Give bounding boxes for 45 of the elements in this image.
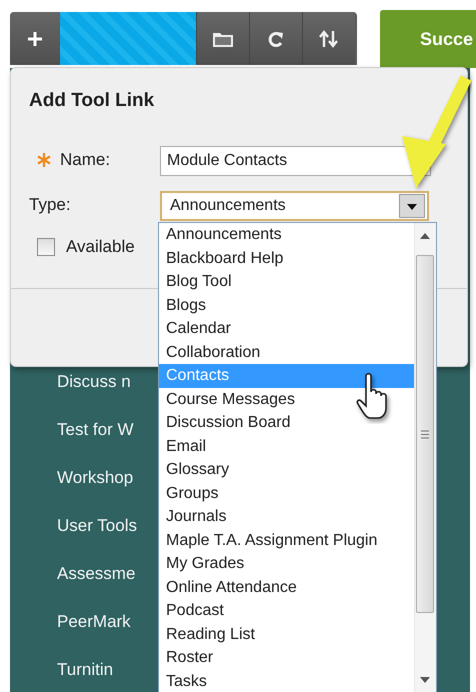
dropdown-option[interactable]: Maple T.A. Assignment Plugin (159, 528, 414, 552)
refresh-button[interactable] (249, 12, 302, 65)
dropdown-option[interactable]: Online Attendance (159, 576, 414, 599)
name-field[interactable]: Module Contacts (160, 146, 431, 176)
plus-icon (27, 30, 43, 46)
sidebar-item[interactable]: User Tools (57, 502, 137, 550)
dropdown-option[interactable]: Tasks (159, 670, 414, 692)
grip-icon (421, 430, 430, 438)
scrollbar[interactable] (414, 223, 436, 692)
sidebar-item[interactable]: Test for W (57, 406, 134, 454)
dropdown-option[interactable]: Collaboration (159, 340, 414, 364)
dropdown-option[interactable]: Blackboard Help (159, 246, 414, 270)
refresh-icon (268, 30, 284, 48)
dropdown-option[interactable]: Groups (159, 482, 414, 505)
add-button[interactable] (10, 12, 60, 65)
dropdown-option[interactable]: Blogs (159, 294, 414, 317)
dropdown-option[interactable]: Calendar (159, 317, 414, 340)
sidebar-item[interactable]: Workshop (57, 454, 134, 502)
field-label: Name: (60, 150, 110, 170)
sort-icon (319, 30, 339, 48)
dropdown-option[interactable]: Discussion Board (159, 411, 414, 434)
checkbox-label: Available (66, 237, 135, 257)
dropdown-option[interactable]: My Grades (159, 552, 414, 576)
dialog-title: Add Tool Link (29, 90, 154, 112)
dropdown-icon (399, 194, 425, 218)
dropdown-option[interactable]: Podcast (159, 599, 414, 622)
sidebar-item[interactable]: Turnitin (57, 646, 114, 692)
dropdown-option[interactable]: Email (159, 434, 414, 458)
dropdown-option[interactable]: Journals (159, 505, 414, 528)
dropdown-option[interactable]: Course Messages (159, 388, 414, 411)
dropdown-option[interactable]: Announcements (159, 223, 414, 246)
scroll-thumb[interactable] (416, 255, 434, 613)
sidebar-item[interactable]: Assessme (57, 550, 136, 598)
scroll-up-icon (420, 233, 430, 239)
dropdown-option[interactable]: Glossary (159, 458, 414, 482)
checkbox[interactable] (37, 238, 55, 256)
dropdown-option[interactable]: Reading List (159, 622, 414, 646)
sort-button[interactable] (302, 12, 355, 65)
folder-button[interactable] (196, 12, 249, 65)
dropdown-option[interactable]: Blog Tool (159, 270, 414, 294)
type-select[interactable]: Announcements (160, 191, 429, 221)
scroll-down-icon (420, 677, 430, 683)
field-label: Type: (29, 195, 71, 215)
dropdown-option[interactable]: Roster (159, 646, 414, 670)
sidebar-item[interactable]: PeerMark (57, 598, 131, 646)
